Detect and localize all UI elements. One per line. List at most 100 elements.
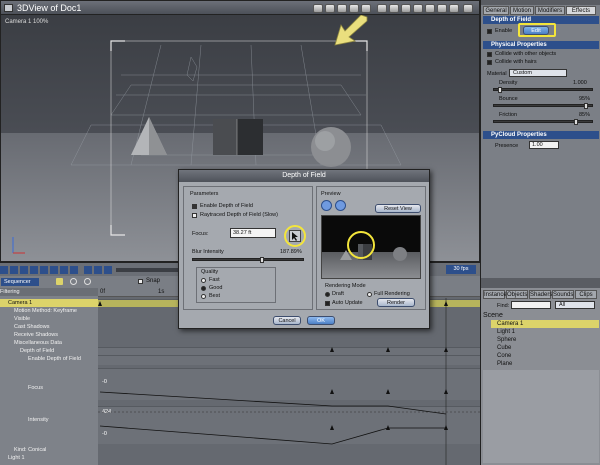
collide-hairs-checkbox[interactable]: [487, 60, 492, 65]
density-slider[interactable]: [493, 87, 593, 93]
tree-item-depth-of-field[interactable]: Depth of Field: [0, 347, 98, 355]
transport-button[interactable]: [40, 266, 48, 274]
tab-motion[interactable]: Motion: [510, 6, 534, 15]
scene-item-plane[interactable]: Plane: [491, 360, 599, 368]
transport-button[interactable]: [50, 266, 58, 274]
tab-general[interactable]: General: [483, 6, 509, 15]
pan-icon[interactable]: [321, 200, 332, 211]
density-slider-knob[interactable]: [498, 87, 502, 93]
friction-slider-knob[interactable]: [574, 119, 578, 125]
transport-button[interactable]: [60, 266, 68, 274]
render-mode-icon[interactable]: [413, 4, 423, 13]
tab-modifiers[interactable]: Modifiers: [535, 6, 565, 15]
quality-fast-radio[interactable]: [201, 278, 206, 283]
raytraced-dof-checkbox[interactable]: [192, 213, 197, 218]
tree-item-motion-method[interactable]: Motion Method: Keyframe: [0, 307, 98, 315]
view-cube-icon[interactable]: [313, 4, 323, 13]
dialog-title[interactable]: Depth of Field: [179, 170, 429, 182]
transport-button[interactable]: [70, 266, 78, 274]
collide-objects-checkbox[interactable]: [487, 52, 492, 57]
cancel-button[interactable]: Cancel: [273, 316, 301, 325]
sequencer-select[interactable]: Sequencer: [1, 278, 39, 286]
transport-button[interactable]: [30, 266, 38, 274]
render-mode-icon[interactable]: [389, 4, 399, 13]
blur-intensity-knob[interactable]: [260, 257, 264, 263]
bounce-label: Bounce: [499, 96, 518, 102]
tree-item-misc-data[interactable]: Miscellaneous Data: [0, 339, 98, 347]
transport-button[interactable]: [94, 266, 102, 274]
full-rendering-radio[interactable]: [367, 292, 372, 297]
blur-intensity-value: 187.89%: [280, 249, 302, 255]
tab-effects[interactable]: Effects: [566, 6, 596, 15]
render-mode-icon[interactable]: [449, 4, 459, 13]
tree-item-focus[interactable]: Focus: [0, 384, 98, 392]
tab-shaders[interactable]: Shaders: [529, 290, 552, 299]
bounce-slider[interactable]: [493, 103, 593, 109]
pycloud-section-header[interactable]: PyCloud Properties: [483, 131, 599, 139]
maximize-icon[interactable]: [463, 4, 473, 13]
tab-objects[interactable]: Objects: [506, 290, 528, 299]
enable-dof-checkbox[interactable]: [487, 29, 492, 34]
transport-button[interactable]: [0, 266, 8, 274]
viewport-titlebar[interactable]: 3DView of Doc1: [1, 1, 479, 15]
key-icon[interactable]: [56, 278, 63, 285]
draft-label: Draft: [332, 291, 344, 297]
bounce-value: 95%: [579, 96, 591, 102]
quality-fast-label: Fast: [209, 277, 220, 283]
draft-radio[interactable]: [325, 292, 330, 297]
view-cube-icon[interactable]: [361, 4, 371, 13]
tree-item-camera[interactable]: Camera 1: [0, 299, 98, 307]
fps-select[interactable]: 30 fps: [446, 265, 476, 274]
blur-intensity-slider[interactable]: [192, 257, 304, 263]
find-filter-select[interactable]: All: [555, 301, 595, 309]
snap-checkbox[interactable]: [138, 279, 143, 284]
tree-item-cast-shadows[interactable]: Cast Shadows: [0, 323, 98, 331]
zoom-icon[interactable]: [335, 200, 346, 211]
transport-button[interactable]: [10, 266, 18, 274]
transport-button[interactable]: [20, 266, 28, 274]
enable-dof-dialog-checkbox[interactable]: [192, 204, 197, 209]
scene-item-light[interactable]: Light 1: [491, 328, 599, 336]
render-mode-icon[interactable]: [377, 4, 387, 13]
tree-item-intensity[interactable]: Intensity: [0, 416, 98, 424]
tab-instances[interactable]: Instances: [483, 290, 510, 299]
scene-item-cube[interactable]: Cube: [491, 344, 599, 352]
filtering-label[interactable]: Filtering: [0, 288, 98, 296]
reset-view-button[interactable]: Reset View: [375, 204, 421, 213]
scene-item-sphere[interactable]: Sphere: [491, 336, 599, 344]
scene-item-cone[interactable]: Cone: [491, 352, 599, 360]
viewport-menu-icon[interactable]: [4, 4, 13, 12]
presence-field[interactable]: 1.00: [529, 141, 559, 149]
tree-item-receive-shadows[interactable]: Receive Shadows: [0, 331, 98, 339]
tree-item-visible[interactable]: Visible: [0, 315, 98, 323]
zoom-icon[interactable]: [84, 278, 91, 285]
quality-best-radio[interactable]: [201, 294, 206, 299]
render-mode-icon[interactable]: [437, 4, 447, 13]
properties-panel: General Motion Modifiers Effects Depth o…: [480, 0, 600, 278]
find-input[interactable]: [511, 301, 551, 309]
material-select[interactable]: Custom: [509, 69, 567, 77]
tab-sounds[interactable]: Sounds: [552, 290, 574, 299]
presence-label: Presence: [495, 143, 519, 149]
bounce-slider-knob[interactable]: [584, 103, 588, 109]
friction-slider[interactable]: [493, 119, 593, 125]
render-mode-icon[interactable]: [401, 4, 411, 13]
tree-item-light[interactable]: Light 1: [0, 454, 98, 462]
focus-field[interactable]: 38.27 ft: [230, 228, 276, 238]
view-cube-icon[interactable]: [337, 4, 347, 13]
scene-item-camera[interactable]: Camera 1: [491, 320, 599, 328]
tab-clips[interactable]: Clips: [575, 290, 597, 299]
add-key-icon[interactable]: [70, 278, 77, 285]
auto-update-checkbox[interactable]: [325, 301, 330, 306]
transport-button[interactable]: [104, 266, 112, 274]
view-cube-icon[interactable]: [349, 4, 359, 13]
physical-section-header[interactable]: Physical Properties: [483, 41, 599, 49]
tree-item-enable-dof[interactable]: Enable Depth of Field: [0, 355, 98, 363]
quality-good-radio[interactable]: [201, 286, 206, 291]
ok-button[interactable]: OK: [307, 316, 335, 325]
view-cube-icon[interactable]: [325, 4, 335, 13]
transport-button[interactable]: [84, 266, 92, 274]
render-button[interactable]: Render: [377, 298, 415, 307]
render-mode-icon[interactable]: [425, 4, 435, 13]
tree-item-kind[interactable]: Kind: Conical: [0, 446, 98, 454]
